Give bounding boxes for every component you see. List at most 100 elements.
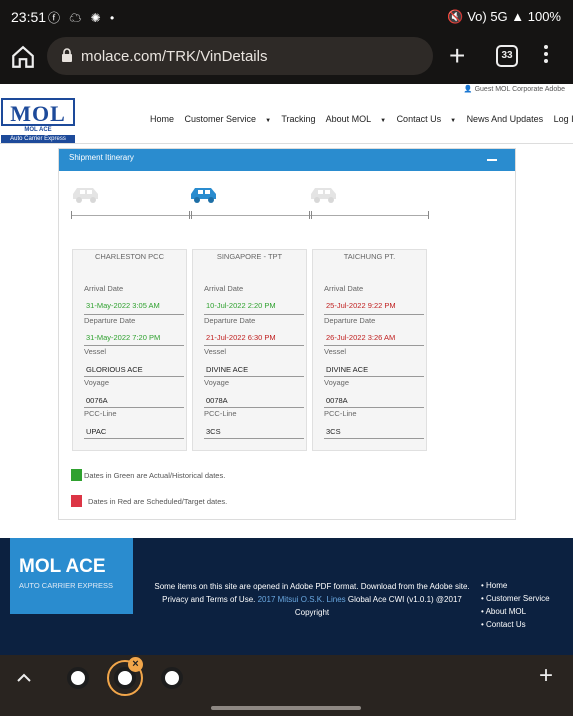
departure-label: Departure Date	[324, 316, 376, 325]
legend-red-text: Dates in Red are Scheduled/Target dates.	[88, 497, 228, 506]
utility-links[interactable]: Guest MOL Corporate Adobe	[475, 86, 565, 93]
status-bar: 23:51 ⓕ ☁ ✺ • 🔇 Vo) 5G ▲ 100%	[0, 0, 573, 34]
footer-logo[interactable]: MOL ACE AUTO CARRIER EXPRESS	[10, 538, 133, 614]
departure-label: Departure Date	[84, 316, 136, 325]
lock-icon	[62, 48, 72, 62]
footer-link-home[interactable]: Home	[481, 579, 550, 592]
field-divider	[84, 376, 184, 377]
timeline-line	[71, 215, 429, 216]
nav-news[interactable]: News And Updates	[467, 114, 544, 124]
chevron-up-icon[interactable]	[15, 669, 33, 687]
system-status-icons: 🔇 Vo) 5G ▲ 100%	[447, 9, 561, 24]
voyage-value: 0076A	[86, 396, 108, 405]
footer-link-contact[interactable]: Contact Us	[481, 618, 550, 631]
vessel-value: GLORIOUS ACE	[86, 365, 143, 374]
departure-date: 21-Jul-2022 6:30 PM	[206, 333, 276, 342]
nav-login[interactable]: Log In	[554, 114, 573, 124]
tab-switcher-button[interactable]: 33	[496, 45, 518, 67]
field-divider	[84, 407, 184, 408]
pcc-line-label: PCC-Line	[204, 409, 237, 418]
close-icon[interactable]: ×	[128, 657, 143, 672]
footer-links: Home Customer Service About MOL Contact …	[481, 579, 550, 631]
vessel-label: Vessel	[204, 347, 227, 356]
route-timeline	[71, 183, 431, 223]
home-indicator[interactable]	[211, 706, 361, 710]
arrival-label: Arrival Date	[324, 284, 364, 293]
vessel-label: Vessel	[324, 347, 347, 356]
home-icon[interactable]	[10, 44, 36, 70]
collapse-button[interactable]	[487, 159, 497, 161]
field-divider	[324, 345, 424, 346]
nav-customer-service[interactable]: Customer Service ▼	[185, 114, 271, 124]
nav-about[interactable]: About MOL ▼	[326, 114, 386, 124]
legend-red-swatch	[71, 495, 82, 507]
field-divider	[84, 314, 184, 315]
nav-tracking[interactable]: Tracking	[281, 114, 315, 124]
timeline-tick	[191, 211, 192, 219]
port-name: TAICHUNG PT.	[343, 252, 396, 261]
field-divider	[324, 407, 424, 408]
privacy-link[interactable]: Privacy and Terms of Use.	[162, 595, 255, 604]
field-divider	[84, 345, 184, 346]
nav-about-label: About MOL	[325, 114, 372, 124]
arrival-label: Arrival Date	[204, 284, 244, 293]
nav-customer-service-label: Customer Service	[184, 114, 257, 124]
voyage-value: 0078A	[206, 396, 228, 405]
port-card-charleston: CHARLESTON PCC Arrival Date 31-May-2022 …	[72, 249, 187, 451]
voyage-label: Voyage	[84, 378, 110, 387]
add-tab-button[interactable]: +	[539, 664, 553, 688]
voyage-label: Voyage	[204, 378, 230, 387]
field-divider	[204, 376, 304, 377]
mitsui-link[interactable]: 2017 Mitsui O.S.K. Lines	[258, 595, 346, 604]
field-divider	[204, 314, 304, 315]
arrival-date: 25-Jul-2022 9:22 PM	[326, 301, 396, 310]
footer-link-about[interactable]: About MOL	[481, 605, 550, 618]
pcc-line-value: 3CS	[206, 427, 221, 436]
url-text: molace.com/TRK/VinDetails	[81, 48, 268, 65]
pcc-line-label: PCC-Line	[324, 409, 357, 418]
caret-down-icon: ▼	[450, 118, 457, 124]
new-tab-button[interactable]: +	[449, 42, 465, 70]
shipment-itinerary-panel: Shipment Itinerary CHARLESTON PCC Arriva…	[58, 148, 516, 520]
port-card-taichung: TAICHUNG PT. Arrival Date 25-Jul-2022 9:…	[312, 249, 427, 451]
site-header: MOL MOL ACE Auto Carrier Express Home Cu…	[0, 96, 573, 144]
timeline-tick	[71, 211, 72, 219]
legend-green-swatch	[71, 469, 82, 481]
field-divider	[204, 345, 304, 346]
tab-favicon-3[interactable]	[161, 667, 183, 689]
timeline-tick	[189, 211, 190, 219]
status-time: 23:51	[11, 9, 47, 25]
main-nav: Home Customer Service ▼ Tracking About MO…	[150, 114, 573, 124]
departure-date: 26-Jul-2022 3:26 AM	[326, 333, 396, 342]
arrival-label: Arrival Date	[84, 284, 124, 293]
tab-favicon-1[interactable]	[67, 667, 89, 689]
nav-contact[interactable]: Contact Us ▼	[397, 114, 456, 124]
address-bar[interactable]: molace.com/TRK/VinDetails	[47, 37, 433, 75]
footer-logo-title: MOL ACE	[19, 556, 106, 577]
footer-link-customer-service[interactable]: Customer Service	[481, 592, 550, 605]
site-footer: MOL ACE AUTO CARRIER EXPRESS Some items …	[0, 538, 573, 655]
caret-down-icon: ▼	[265, 118, 272, 124]
arrival-date: 31-May-2022 3:05 AM	[86, 301, 160, 310]
departure-label: Departure Date	[204, 316, 256, 325]
field-divider	[324, 314, 424, 315]
car-icon-destination	[311, 188, 336, 203]
field-divider	[84, 438, 184, 439]
vessel-label: Vessel	[84, 347, 107, 356]
legend-green-text: Dates in Green are Actual/Historical dat…	[84, 471, 226, 480]
pcc-line-label: PCC-Line	[84, 409, 117, 418]
nav-home[interactable]: Home	[150, 114, 174, 124]
logo-tagline: Auto Carrier Express	[1, 135, 75, 143]
logo-main-text: MOL	[10, 101, 66, 126]
logo-box: MOL	[1, 98, 75, 126]
browser-toolbar: molace.com/TRK/VinDetails + 33	[0, 34, 573, 84]
panel-title: Shipment Itinerary	[69, 153, 134, 162]
browser-menu-button[interactable]	[543, 45, 549, 67]
nav-contact-label: Contact Us	[396, 114, 442, 124]
panel-header: Shipment Itinerary	[59, 149, 515, 171]
footer-text: Some items on this site are opened in Ad…	[150, 580, 474, 619]
mol-ace-logo[interactable]: MOL MOL ACE Auto Carrier Express	[1, 98, 75, 143]
timeline-tick	[428, 211, 429, 219]
car-icon-current	[191, 188, 216, 203]
port-name: CHARLESTON PCC	[94, 252, 165, 261]
